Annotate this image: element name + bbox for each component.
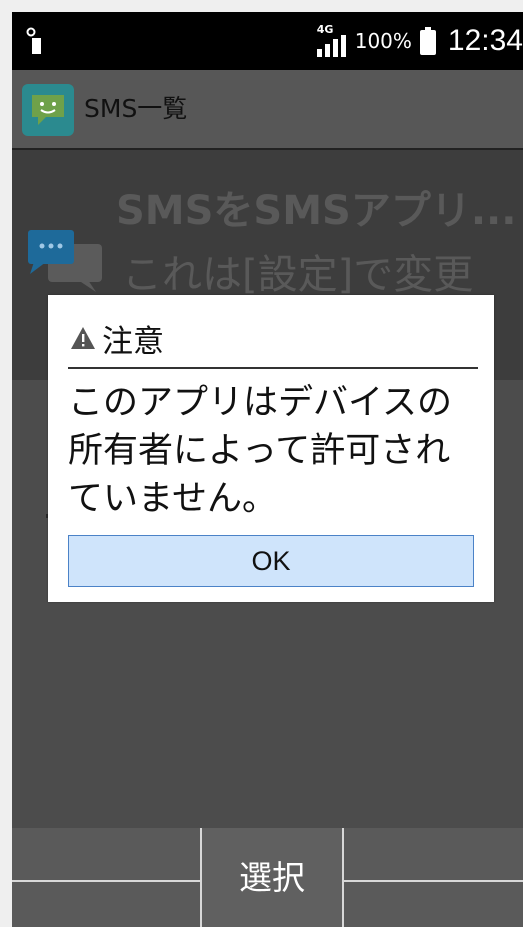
dialog-title: 注意	[102, 323, 164, 360]
notification-icon	[26, 27, 41, 54]
battery-percent: 100%	[354, 29, 412, 53]
select-soft-key[interactable]: 選択	[200, 828, 344, 927]
ok-button[interactable]: OK	[68, 535, 474, 587]
battery-icon	[419, 27, 436, 55]
dialog-message: このアプリはデバイスの所有者によって許可されていません。	[68, 383, 452, 519]
dialog-header: 注意	[70, 313, 164, 363]
alert-dialog: 注意 このアプリはデバイスの所有者によって許可されていません。 OK	[48, 295, 494, 602]
app-title: SMS一覧	[84, 94, 188, 123]
status-bar: 4G 100% 12:34	[12, 12, 523, 70]
soft-key-bar: 選択	[12, 828, 523, 927]
soft-key-right-divider	[342, 880, 523, 882]
app-bar: SMS一覧	[12, 70, 523, 150]
background-text-line1: SMSをSMSアプリ...	[116, 188, 517, 234]
chat-bubbles-icon	[28, 230, 102, 292]
dialog-divider	[68, 367, 478, 369]
phone-screen: 4G 100% 12:34 SMS一覧 SMSをSMSアプリ... これは[設定…	[12, 12, 523, 927]
background-text-line2: これは[設定]で変更	[122, 252, 474, 298]
sms-app-icon	[22, 84, 74, 136]
soft-key-left-divider	[12, 880, 200, 882]
clock: 12:34	[447, 24, 523, 57]
warning-icon	[71, 327, 95, 349]
signal-icon: 4G	[316, 21, 347, 61]
